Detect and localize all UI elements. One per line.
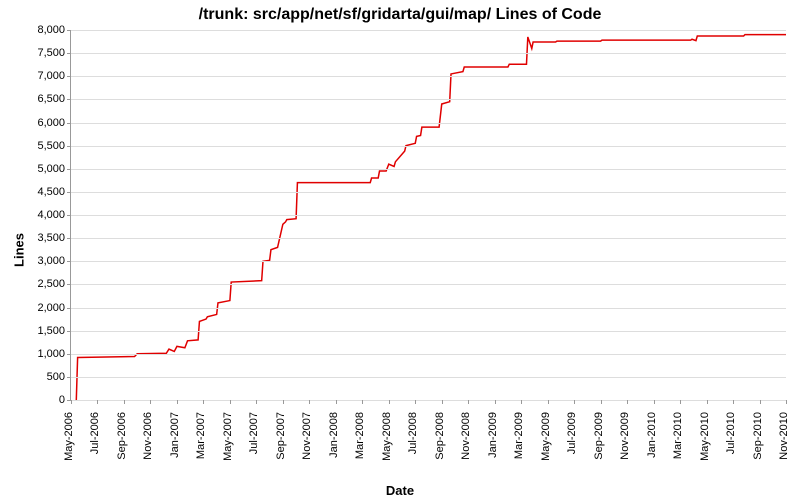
xtick-mark	[442, 400, 443, 404]
gridline	[71, 123, 786, 124]
ytick-label: 500	[47, 371, 71, 383]
loc-chart: /trunk: src/app/net/sf/gridarta/gui/map/…	[0, 0, 800, 500]
x-axis-label: Date	[0, 483, 800, 498]
xtick-label: Jul-2010	[725, 412, 737, 454]
xtick-mark	[627, 400, 628, 404]
xtick-mark	[574, 400, 575, 404]
xtick-label: Jul-2008	[407, 412, 419, 454]
xtick-label: Sep-2007	[275, 412, 287, 460]
xtick-label: Mar-2010	[672, 412, 684, 459]
xtick-mark	[230, 400, 231, 404]
xtick-label: Sep-2010	[752, 412, 764, 460]
ytick-label: 8,000	[37, 24, 71, 36]
gridline	[71, 354, 786, 355]
xtick-label: May-2008	[381, 412, 393, 461]
xtick-mark	[256, 400, 257, 404]
xtick-mark	[548, 400, 549, 404]
ytick-label: 2,500	[37, 278, 71, 290]
xtick-label: Nov-2006	[142, 412, 154, 460]
xtick-mark	[177, 400, 178, 404]
gridline	[71, 377, 786, 378]
xtick-mark	[362, 400, 363, 404]
xtick-label: May-2006	[63, 412, 75, 461]
xtick-mark	[124, 400, 125, 404]
ytick-label: 5,000	[37, 163, 71, 175]
xtick-label: Jul-2009	[566, 412, 578, 454]
gridline	[71, 238, 786, 239]
xtick-label: Nov-2007	[301, 412, 313, 460]
xtick-label: Jan-2010	[646, 412, 658, 458]
ytick-label: 3,500	[37, 232, 71, 244]
gridline	[71, 30, 786, 31]
ytick-label: 7,000	[37, 70, 71, 82]
gridline	[71, 215, 786, 216]
ytick-label: 5,500	[37, 140, 71, 152]
gridline	[71, 284, 786, 285]
xtick-label: May-2010	[699, 412, 711, 461]
xtick-label: May-2009	[540, 412, 552, 461]
ytick-label: 7,500	[37, 47, 71, 59]
ytick-label: 3,000	[37, 255, 71, 267]
xtick-label: Sep-2006	[116, 412, 128, 460]
xtick-label: Jul-2006	[89, 412, 101, 454]
ytick-label: 2,000	[37, 302, 71, 314]
xtick-label: Jan-2008	[328, 412, 340, 458]
xtick-mark	[654, 400, 655, 404]
gridline	[71, 308, 786, 309]
gridline	[71, 331, 786, 332]
ytick-label: 1,500	[37, 325, 71, 337]
xtick-label: Jan-2007	[169, 412, 181, 458]
ytick-label: 4,000	[37, 209, 71, 221]
xtick-label: Mar-2008	[354, 412, 366, 459]
xtick-mark	[283, 400, 284, 404]
series-line	[76, 35, 786, 400]
plot-area: 05001,0001,5002,0002,5003,0003,5004,0004…	[70, 30, 786, 401]
ytick-label: 6,500	[37, 93, 71, 105]
xtick-mark	[203, 400, 204, 404]
xtick-mark	[150, 400, 151, 404]
xtick-label: May-2007	[222, 412, 234, 461]
xtick-label: Jul-2007	[248, 412, 260, 454]
chart-title: /trunk: src/app/net/sf/gridarta/gui/map/…	[0, 6, 800, 24]
ytick-label: 0	[59, 394, 71, 406]
gridline	[71, 146, 786, 147]
y-axis-label: Lines	[11, 233, 26, 267]
xtick-mark	[468, 400, 469, 404]
gridline	[71, 76, 786, 77]
gridline	[71, 99, 786, 100]
xtick-label: Sep-2008	[434, 412, 446, 460]
ytick-label: 1,000	[37, 348, 71, 360]
gridline	[71, 400, 786, 401]
xtick-mark	[415, 400, 416, 404]
xtick-mark	[71, 400, 72, 404]
ytick-label: 4,500	[37, 186, 71, 198]
xtick-mark	[786, 400, 787, 404]
xtick-label: Mar-2007	[195, 412, 207, 459]
xtick-mark	[601, 400, 602, 404]
xtick-mark	[733, 400, 734, 404]
xtick-label: Nov-2010	[778, 412, 790, 460]
gridline	[71, 53, 786, 54]
ytick-label: 6,000	[37, 117, 71, 129]
xtick-mark	[707, 400, 708, 404]
xtick-mark	[680, 400, 681, 404]
xtick-label: Jan-2009	[487, 412, 499, 458]
xtick-label: Nov-2009	[619, 412, 631, 460]
xtick-label: Sep-2009	[593, 412, 605, 460]
xtick-mark	[521, 400, 522, 404]
xtick-mark	[495, 400, 496, 404]
gridline	[71, 261, 786, 262]
gridline	[71, 169, 786, 170]
xtick-mark	[760, 400, 761, 404]
xtick-label: Mar-2009	[513, 412, 525, 459]
xtick-mark	[389, 400, 390, 404]
xtick-label: Nov-2008	[460, 412, 472, 460]
gridline	[71, 192, 786, 193]
xtick-mark	[336, 400, 337, 404]
xtick-mark	[309, 400, 310, 404]
xtick-mark	[97, 400, 98, 404]
